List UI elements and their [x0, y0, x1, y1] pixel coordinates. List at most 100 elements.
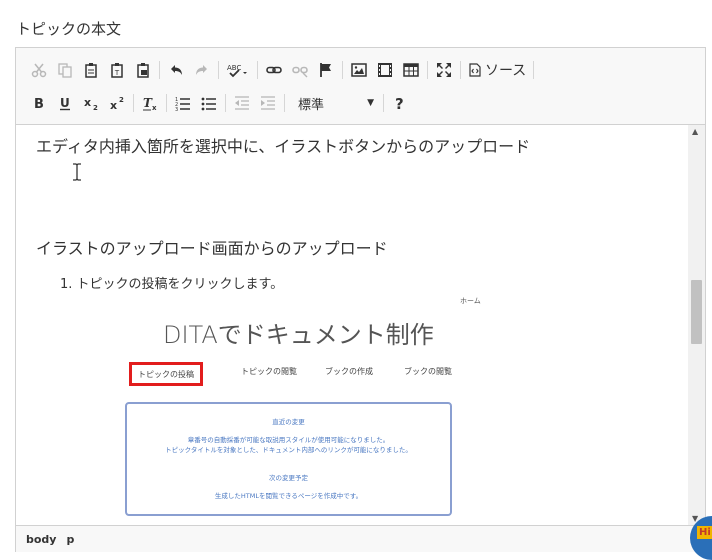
remove-format-button[interactable]: Tx	[137, 90, 163, 116]
site-title: DITAでドキュメント制作	[163, 321, 434, 349]
source-code-icon	[469, 63, 481, 77]
cut-button[interactable]	[26, 57, 52, 83]
undo-icon	[171, 65, 182, 75]
image-button[interactable]	[346, 57, 372, 83]
table-icon	[403, 63, 419, 77]
underline-button[interactable]: U	[52, 90, 78, 116]
bold-button[interactable]: B	[26, 90, 52, 116]
flag-icon	[320, 63, 331, 77]
home-link: ホーム	[460, 297, 481, 305]
svg-text:x: x	[84, 96, 91, 109]
chevron-down-icon: ▼	[367, 98, 374, 108]
link-icon	[266, 66, 282, 74]
news-heading: 直近の変更	[272, 418, 305, 426]
maximize-button[interactable]	[431, 57, 457, 83]
format-dropdown[interactable]: 標準 ▼	[292, 91, 380, 115]
numbered-list-icon: 123	[175, 97, 190, 111]
vertical-scrollbar[interactable]: ▲ ▼	[688, 125, 705, 525]
nav-view-book: ブックの閲覧	[404, 367, 452, 376]
scroll-up-arrow-icon[interactable]: ▲	[692, 127, 698, 136]
numbered-list-button[interactable]: 123	[170, 90, 196, 116]
list-item[interactable]: 1. トピックの投稿をクリックします。	[60, 273, 283, 292]
svg-text:x: x	[110, 99, 117, 111]
svg-text:3: 3	[175, 107, 178, 111]
toolbar-separator	[133, 94, 134, 112]
paragraph-1[interactable]: エディタ内挿入箇所を選択中に、イラストボタンからのアップロード	[36, 133, 530, 157]
svg-text:T: T	[114, 69, 120, 77]
rich-text-editor: T ABC ソース B U x 2 x 2 T x 1 2 3 標準 ▼ ? エ…	[15, 47, 706, 552]
clipboard-text-icon: T	[111, 63, 123, 78]
svg-text:?: ?	[395, 95, 404, 111]
paste-button[interactable]	[78, 57, 104, 83]
outdent-button[interactable]	[229, 90, 255, 116]
clipboard-word-icon	[137, 63, 149, 78]
scrollbar-thumb[interactable]	[691, 280, 702, 344]
unlink-button[interactable]	[287, 57, 313, 83]
upcoming-line: 生成したHTMLを閲覧できるページを作成中です。	[214, 492, 363, 500]
spellcheck-button[interactable]: ABC	[222, 57, 254, 83]
help-badge-label: Hi	[697, 526, 712, 539]
paste-word-button[interactable]	[130, 57, 156, 83]
svg-text:2: 2	[93, 104, 98, 111]
toolbar-separator	[166, 94, 167, 112]
svg-text:x: x	[152, 104, 157, 111]
format-dropdown-value: 標準	[298, 97, 325, 113]
toolbar-separator	[383, 94, 384, 112]
copy-button[interactable]	[52, 57, 78, 83]
unlink-icon	[292, 66, 308, 78]
text-cursor-icon	[73, 163, 81, 181]
outdent-icon	[235, 96, 249, 110]
bold-icon: B	[34, 97, 44, 111]
toolbar-separator	[159, 61, 160, 79]
toolbar-separator	[225, 94, 226, 112]
undo-button[interactable]	[163, 57, 189, 83]
source-button[interactable]: ソース	[464, 57, 530, 83]
copy-icon	[58, 63, 72, 78]
redo-icon	[196, 65, 207, 75]
scissors-icon	[31, 63, 47, 78]
field-label: トピックの本文	[16, 20, 122, 38]
toolbar-row-2: B U x2 x2 Tx 123 標準 ▼ ?	[26, 89, 413, 117]
news-box: 直近の変更 章番号の自動採番が可能な取説用スタイルが使用可能になりました。 トピ…	[125, 402, 452, 516]
element-path-p[interactable]: p	[66, 533, 74, 546]
film-icon	[378, 63, 392, 77]
video-button[interactable]	[372, 57, 398, 83]
toolbar-separator	[533, 61, 535, 79]
nav-post-topic-label: トピックの投稿	[138, 369, 194, 379]
bulleted-list-button[interactable]	[196, 90, 222, 116]
toolbar-separator	[342, 61, 343, 79]
question-mark-icon: ?	[395, 95, 404, 111]
spellcheck-icon: ABC	[227, 64, 247, 78]
paste-text-button[interactable]: T	[104, 57, 130, 83]
toolbar-separator	[218, 61, 219, 79]
indent-button[interactable]	[255, 90, 281, 116]
anchor-button[interactable]	[313, 57, 339, 83]
link-button[interactable]	[261, 57, 287, 83]
nav-view-topic: トピックの閲覧	[241, 367, 297, 376]
svg-text:U: U	[60, 96, 70, 110]
clear-format-icon: Tx	[143, 96, 157, 111]
news-line: トピックタイトルを対象とした、ドキュメント内部へのリンクが可能になりました。	[165, 446, 412, 454]
embedded-screenshot-image[interactable]: ホーム DITAでドキュメント制作 トピックの投稿 トピックの閲覧 ブックの作成…	[116, 293, 516, 525]
nav-post-topic: トピックの投稿	[129, 362, 203, 386]
subscript-icon: x2	[84, 96, 98, 111]
fullscreen-icon	[437, 63, 451, 77]
paragraph-2[interactable]: イラストのアップロード画面からのアップロード	[36, 235, 388, 259]
superscript-button[interactable]: x2	[104, 90, 130, 116]
svg-text:2: 2	[119, 96, 124, 104]
toolbar-separator	[460, 61, 461, 79]
element-path-body[interactable]: body	[26, 533, 56, 546]
help-button[interactable]: ?	[387, 90, 413, 116]
indent-icon	[261, 96, 275, 110]
table-button[interactable]	[398, 57, 424, 83]
upcoming-heading: 次の変更予定	[269, 474, 308, 482]
news-line: 章番号の自動採番が可能な取説用スタイルが使用可能になりました。	[187, 436, 390, 444]
svg-text:B: B	[34, 97, 44, 111]
clipboard-icon	[85, 63, 97, 78]
editor-content-area[interactable]: エディタ内挿入箇所を選択中に、イラストボタンからのアップロード イラストのアップ…	[16, 125, 688, 525]
toolbar-row-1: T ABC ソース	[26, 56, 537, 84]
toolbar-separator	[257, 61, 258, 79]
subscript-button[interactable]: x2	[78, 90, 104, 116]
redo-button[interactable]	[189, 57, 215, 83]
editor-toolbar: T ABC ソース B U x 2 x 2 T x 1 2 3 標準 ▼ ?	[16, 48, 705, 125]
